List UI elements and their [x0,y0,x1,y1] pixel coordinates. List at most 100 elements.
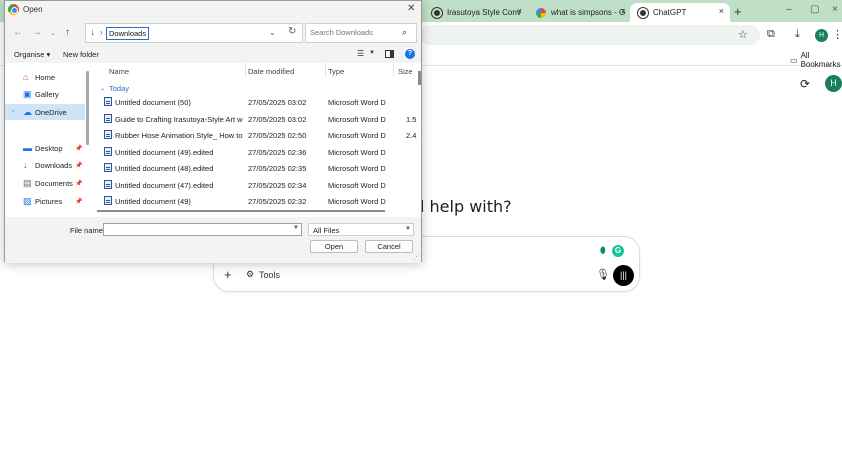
file-type-filter[interactable]: All Files ▼ [308,223,414,236]
extensions-icon[interactable]: ⧉ [767,28,775,41]
navigation-pane: ⌂ Home ▣ Gallery › ☁ OneDrive ▬ Desktop 📌 ↓ Downloa… [5,63,91,217]
column-name[interactable]: Name [109,67,129,76]
temporary-chat-icon[interactable]: ⟳ [800,77,810,91]
openai-icon [432,7,442,18]
tools-button[interactable]: Tools [259,270,280,280]
nav-item-pictures[interactable]: ▨ Pictures 📌 [5,193,85,209]
address-bar[interactable] [420,25,760,45]
close-tab-icon[interactable]: × [517,6,522,16]
navigation-scrollbar[interactable] [86,71,89,145]
location-bar[interactable]: ↓ › Downloads ⌄ ↻ [85,23,303,43]
new-tab-button[interactable]: + [734,4,742,19]
nav-item-downloads[interactable]: ↓ Downloads 📌 [5,157,85,173]
chevron-down-icon[interactable]: ▼ [369,50,375,56]
file-name-input[interactable] [106,225,286,234]
new-folder-button[interactable]: New folder [63,50,99,59]
recent-locations-icon[interactable]: ⌄ [50,29,56,37]
documents-icon: ▤ [23,177,32,188]
all-bookmarks-button[interactable]: ▭ All Bookmarks [790,51,842,69]
forward-arrow-icon[interactable]: → [32,27,42,38]
resize-grip-icon[interactable]: ⋰ [413,253,420,261]
nav-item-onedrive[interactable]: › ☁ OneDrive [5,104,85,120]
vertical-scrollbar[interactable] [418,71,421,85]
view-options-icon[interactable]: ☰ [357,49,364,58]
back-arrow-icon[interactable]: ← [13,27,23,38]
horizontal-scrollbar[interactable] [97,210,385,212]
tab-irasutoya[interactable]: Irasutoya Style Conv × [424,3,528,22]
file-name-field[interactable]: ▼ [103,223,302,236]
downloads-icon: ↓ [23,160,28,170]
folder-icon: ▭ [790,55,798,65]
user-avatar[interactable]: H [825,75,842,92]
menu-icon[interactable]: ⋮ [832,28,842,41]
word-document-icon [104,146,112,156]
desktop-icon: ▬ [23,143,32,153]
chevron-down-icon[interactable]: ⌄ [269,28,276,37]
nav-item-documents[interactable]: ▤ Documents 📌 [5,175,85,191]
download-icon[interactable]: ⤓ [795,28,800,41]
column-divider[interactable] [325,63,326,77]
column-divider[interactable] [393,63,394,77]
help-icon[interactable]: ? [405,49,415,59]
nav-item-home[interactable]: ⌂ Home [5,69,85,85]
column-divider[interactable] [245,63,246,77]
word-document-icon [104,97,112,106]
microphone-icon[interactable]: 🎙 [596,268,610,281]
preview-pane-icon[interactable] [385,50,394,58]
bookmark-star-icon[interactable]: ☆ [738,28,748,41]
openai-icon [638,7,648,18]
column-headers: ⌃ Name Date modified Type Size [95,63,421,77]
maximize-button[interactable]: ▢ [810,4,819,15]
file-row[interactable]: Untitled document (50) 27/05/2025 03:02 Mi… [95,94,417,110]
column-type[interactable]: Type [328,67,344,76]
nav-item-desktop[interactable]: ▬ Desktop 📌 [5,140,85,156]
open-button[interactable]: Open [310,240,358,253]
pin-icon: 📌 [75,145,83,152]
nav-item-label: Pictures [35,196,63,206]
file-type: Microsoft Word D... [328,180,386,190]
file-row[interactable]: Untitled document (49).edited 27/05/2025 … [95,144,417,160]
tab-chatgpt[interactable]: ChatGPT × [630,3,730,22]
close-dialog-button[interactable]: ✕ [407,3,415,14]
expand-chevron-icon[interactable]: › [12,109,14,115]
file-row[interactable]: Untitled document (47).edited 27/05/2025 … [95,177,417,193]
file-row[interactable]: Untitled document (48).edited 27/05/2025 … [95,160,417,176]
tools-icon[interactable]: ⚙ [246,269,254,280]
add-attachment-button[interactable]: + [224,267,232,282]
up-arrow-icon[interactable]: ↑ [65,27,70,38]
column-size[interactable]: Size [398,67,413,76]
cancel-button[interactable]: Cancel [365,240,413,253]
command-bar: Organise ▾ New folder ☰ ▼ ? [5,47,421,63]
column-date-modified[interactable]: Date modified [248,67,294,76]
minimize-button[interactable]: – [786,4,792,15]
all-bookmarks-label: All Bookmarks [800,51,841,69]
tab-label: ChatGPT [653,8,687,17]
word-document-icon [104,130,112,139]
nav-item-label: Downloads [35,160,73,170]
voice-mode-button[interactable]: ||| [613,265,634,286]
search-box[interactable]: ⌕ [305,23,417,43]
search-input[interactable] [310,28,400,37]
grammarly-icon[interactable]: G [612,245,624,257]
profile-avatar[interactable]: H [815,29,828,42]
file-date: 27/05/2025 02:34 [248,180,307,190]
file-row[interactable]: Rubber Hose Animation Style_ How to R...… [95,127,417,143]
file-size: 2.4 [406,131,417,140]
breadcrumb-downloads[interactable]: Downloads [106,27,150,40]
close-tab-icon[interactable]: × [719,6,724,16]
nav-item-label: Desktop [35,143,63,153]
file-row[interactable]: Untitled document (49) 27/05/2025 02:32 Mi… [95,193,417,209]
organise-button[interactable]: Organise ▾ [14,50,50,59]
nav-item-gallery[interactable]: ▣ Gallery [5,86,85,102]
tab-google-search[interactable]: what is simpsons - G × [528,3,632,22]
search-icon: ⌕ [402,27,408,37]
file-row[interactable]: Guide to Crafting Irasutoya-Style Art wi… [95,111,417,127]
chrome-icon [8,4,19,15]
refresh-icon[interactable]: ↻ [288,26,296,37]
close-window-button[interactable]: × [832,4,838,15]
chevron-down-icon[interactable]: ▼ [293,225,299,231]
downloads-icon: ↓ [90,27,95,38]
file-type: Microsoft Word D... [328,98,386,107]
close-tab-icon[interactable]: × [621,6,626,16]
file-name: Untitled document (49) [115,197,191,206]
